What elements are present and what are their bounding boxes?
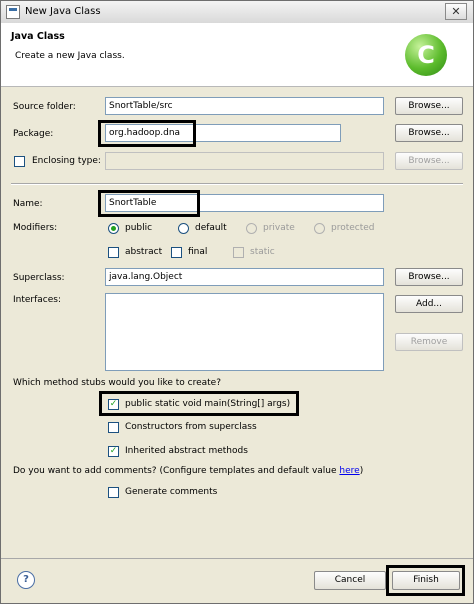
help-icon[interactable]: ? — [17, 571, 35, 589]
cancel-button[interactable]: Cancel — [314, 571, 386, 590]
interfaces-label: Interfaces: — [13, 295, 62, 305]
enclosing-type-input[interactable] — [105, 152, 384, 170]
stub-inherited-label: Inherited abstract methods — [125, 446, 248, 456]
modifier-static-checkbox[interactable] — [233, 247, 244, 258]
modifier-final-checkbox[interactable] — [171, 247, 182, 258]
stub-constructors-label: Constructors from superclass — [125, 422, 257, 432]
modifier-static-label: static — [250, 247, 275, 257]
logo-letter: C — [417, 41, 435, 69]
interfaces-add-button[interactable]: Add... — [395, 295, 463, 313]
package-browse-button[interactable]: Browse... — [395, 124, 463, 142]
name-label: Name: — [13, 199, 43, 209]
modifier-default-radio[interactable] — [178, 223, 189, 234]
superclass-browse-button[interactable]: Browse... — [395, 268, 463, 286]
configure-templates-link[interactable]: here — [339, 466, 359, 476]
name-highlight-box — [98, 190, 200, 217]
generate-comments-checkbox[interactable] — [108, 487, 119, 498]
comments-question-suffix: ) — [359, 466, 364, 476]
header-banner: Java Class Create a new Java class. C — [1, 23, 473, 87]
source-folder-browse-button[interactable]: Browse... — [395, 97, 463, 115]
new-java-class-dialog: New Java Class ✕ Java Class Create a new… — [0, 0, 474, 604]
package-label: Package: — [13, 129, 54, 139]
interfaces-remove-button[interactable]: Remove — [395, 333, 463, 351]
modifier-abstract-checkbox[interactable] — [108, 247, 119, 258]
footer-separator — [1, 558, 473, 559]
modifier-final-label: final — [188, 247, 208, 257]
source-folder-label: Source folder: — [13, 102, 76, 112]
modifier-private-radio[interactable] — [246, 223, 257, 234]
main-method-highlight-box — [99, 391, 299, 416]
enclosing-type-checkbox[interactable] — [14, 156, 25, 167]
superclass-input[interactable]: java.lang.Object — [105, 268, 384, 286]
modifiers-label: Modifiers: — [13, 223, 58, 233]
generate-comments-label: Generate comments — [125, 487, 218, 497]
finish-highlight-box — [386, 565, 465, 596]
enclosing-type-browse-button[interactable]: Browse... — [395, 152, 463, 170]
window-icon — [6, 5, 20, 19]
modifier-private-label: private — [263, 223, 295, 233]
stub-inherited-checkbox[interactable]: ✓ — [108, 446, 119, 457]
superclass-label: Superclass: — [13, 273, 65, 283]
method-stubs-question: Which method stubs would you like to cre… — [13, 378, 221, 388]
java-class-logo-icon: C — [405, 34, 447, 76]
package-highlight-box — [98, 120, 196, 147]
banner-title: Java Class — [11, 31, 65, 42]
banner-description: Create a new Java class. — [15, 51, 125, 61]
separator — [11, 183, 463, 185]
modifier-public-label: public — [125, 223, 153, 233]
modifier-abstract-label: abstract — [125, 247, 163, 257]
modifier-public-radio[interactable] — [108, 223, 119, 234]
modifier-default-label: default — [195, 223, 227, 233]
source-folder-input[interactable]: SnortTable/src — [105, 97, 384, 115]
close-button[interactable]: ✕ — [445, 3, 467, 20]
enclosing-type-label: Enclosing type: — [32, 156, 101, 166]
title-bar: New Java Class ✕ — [1, 1, 473, 24]
comments-question: Do you want to add comments? (Configure … — [13, 466, 363, 476]
comments-question-text: Do you want to add comments? (Configure … — [13, 466, 337, 476]
modifier-protected-radio[interactable] — [314, 223, 325, 234]
stub-constructors-checkbox[interactable] — [108, 422, 119, 433]
interfaces-list[interactable] — [105, 293, 384, 371]
window-title: New Java Class — [25, 6, 101, 17]
modifier-protected-label: protected — [331, 223, 375, 233]
